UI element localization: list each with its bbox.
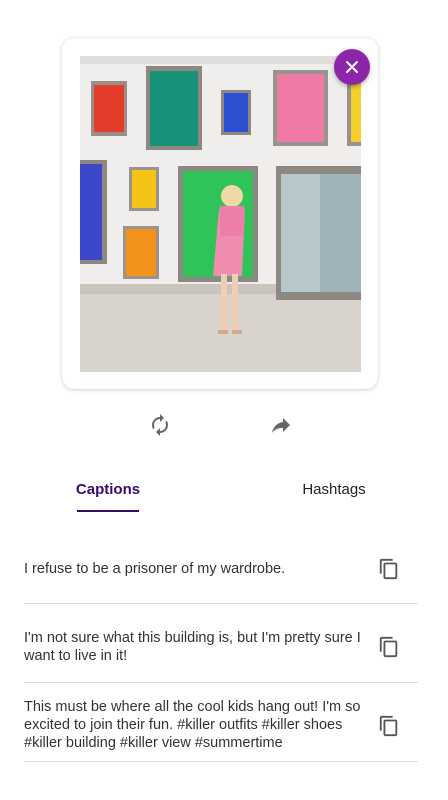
copy-icon bbox=[379, 558, 398, 580]
caption-item: This must be where all the cool kids han… bbox=[24, 682, 418, 762]
copy-icon bbox=[379, 715, 398, 737]
copy-caption-button[interactable] bbox=[378, 636, 400, 658]
copy-icon bbox=[379, 636, 398, 658]
caption-item: I refuse to be a prisoner of my wardrobe… bbox=[24, 545, 418, 604]
caption-text: I'm not sure what this building is, but … bbox=[24, 630, 361, 664]
caption-item: I'm not sure what this building is, but … bbox=[24, 621, 418, 683]
copy-caption-button[interactable] bbox=[378, 715, 400, 737]
image-card bbox=[62, 38, 378, 389]
copy-caption-button[interactable] bbox=[378, 558, 400, 580]
caption-text: I refuse to be a prisoner of my wardrobe… bbox=[24, 561, 286, 577]
tab-hashtags[interactable]: Hashtags bbox=[280, 466, 388, 512]
uploaded-photo bbox=[80, 56, 361, 372]
tab-captions[interactable]: Captions bbox=[52, 466, 164, 512]
share-button[interactable] bbox=[267, 411, 295, 439]
close-icon bbox=[346, 61, 358, 73]
refresh-icon bbox=[152, 414, 168, 436]
share-icon bbox=[272, 418, 290, 433]
caption-text: This must be where all the cool kids han… bbox=[24, 699, 361, 751]
regenerate-button[interactable] bbox=[146, 411, 174, 439]
active-tab-indicator bbox=[77, 510, 139, 512]
remove-image-button[interactable] bbox=[334, 49, 370, 85]
caption-tabs: Captions Hashtags bbox=[0, 466, 448, 514]
